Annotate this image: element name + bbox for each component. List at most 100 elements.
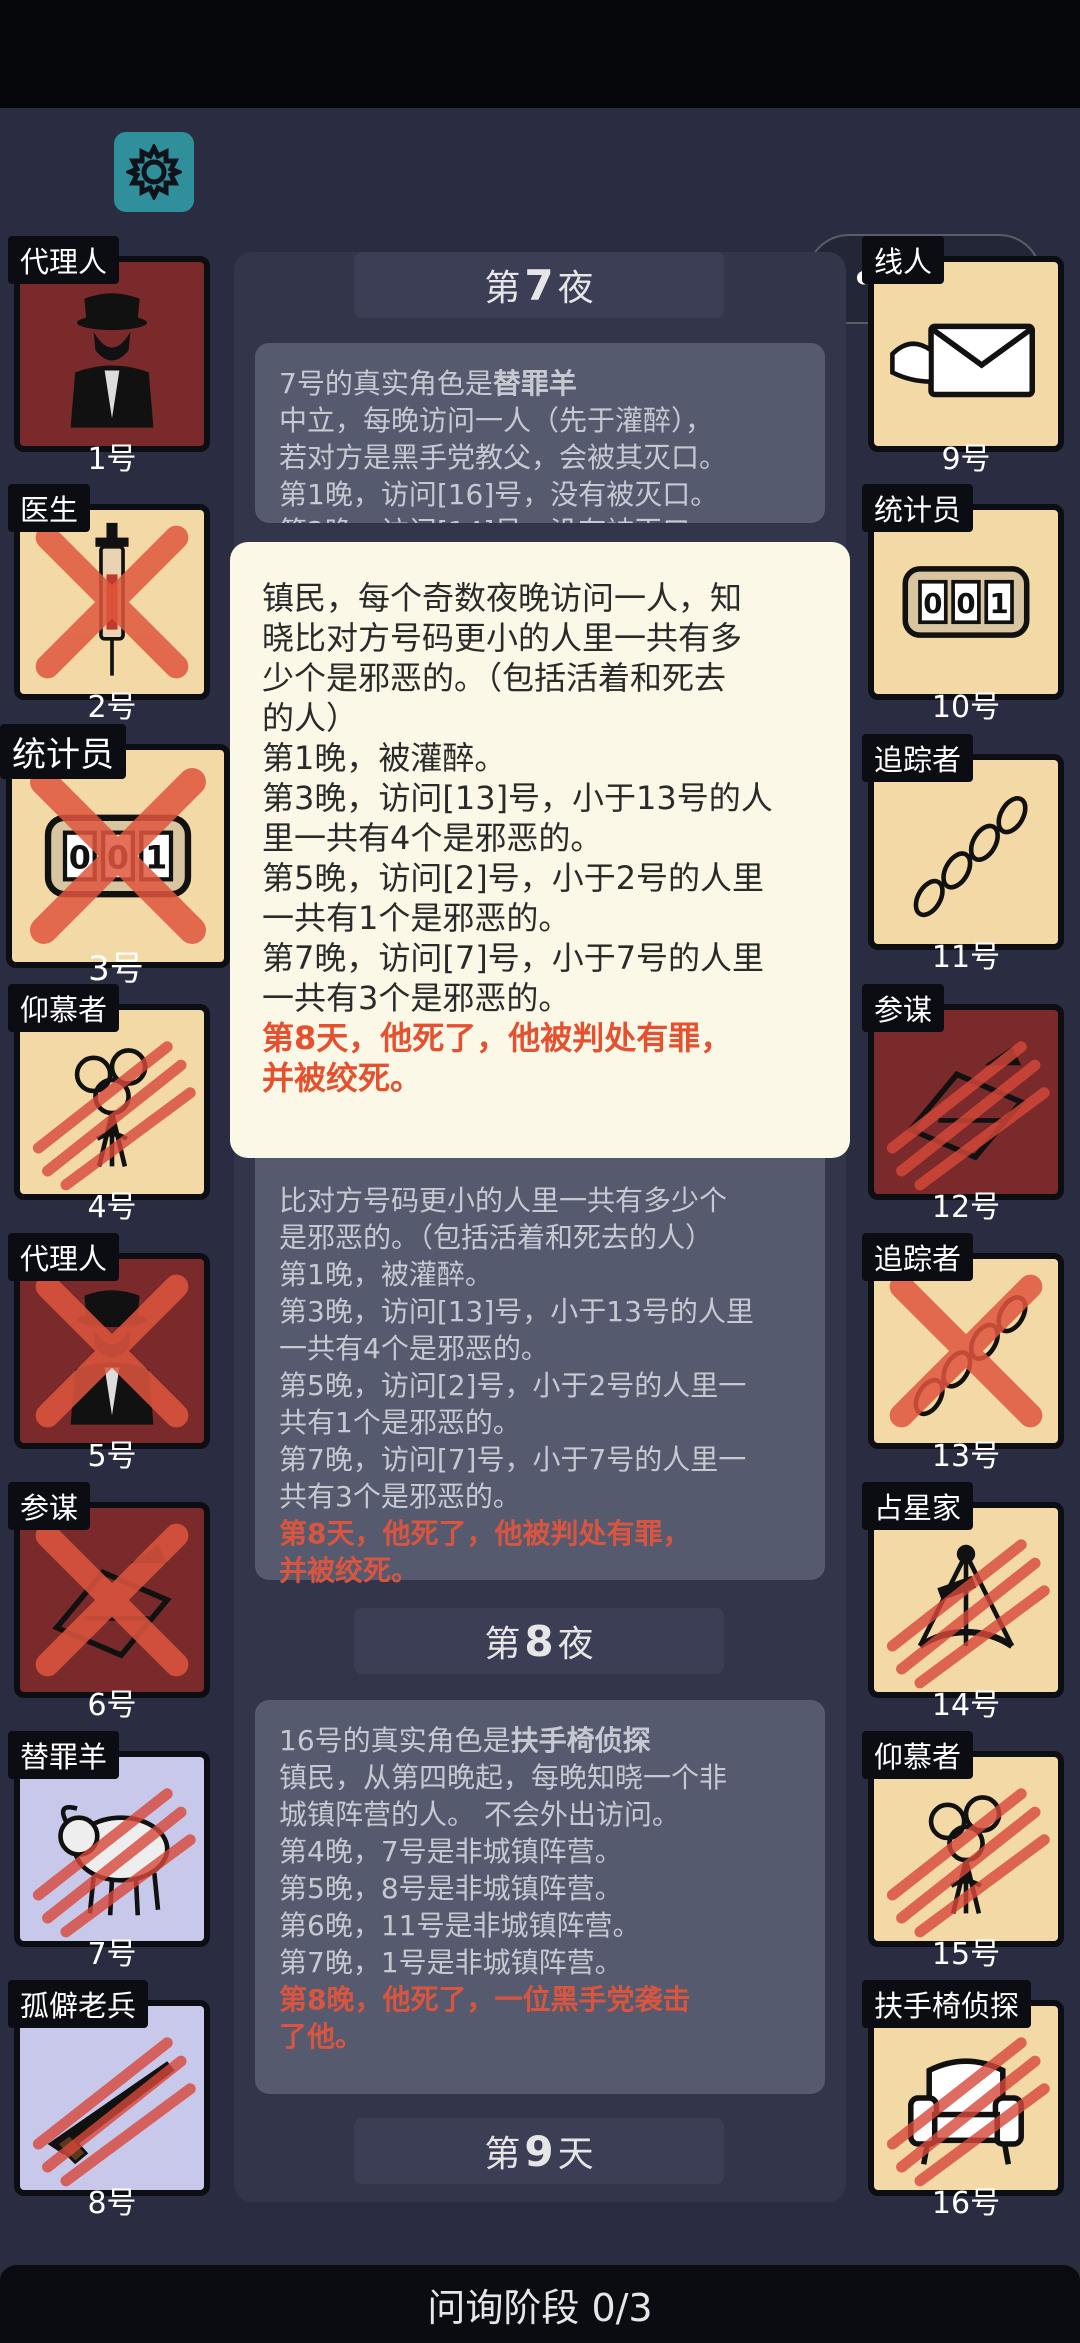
player-card-1[interactable]: 代理人 1号 — [8, 236, 216, 477]
player-number: 7号 — [87, 1937, 137, 1972]
player-card-10[interactable]: 统计员 001 10号 — [862, 484, 1070, 725]
entry-title: 7号的真实角色是替罪羊 — [279, 365, 801, 402]
role-portrait — [868, 256, 1064, 452]
role-portrait — [868, 1253, 1064, 1449]
flowers-icon — [886, 1788, 1050, 1938]
entry-line: 一共有4个是邪恶的。 — [279, 1332, 549, 1365]
entry-death-line: 并被绞死。 — [279, 1554, 420, 1587]
entry-line: 城镇阵营的人。 不会外出访问。 — [279, 1798, 680, 1831]
player-card-3-selected[interactable]: 统计员 001 3号 — [0, 724, 232, 989]
role-label: 参谋 — [862, 984, 945, 1032]
player-number: 9号 — [941, 442, 991, 477]
log-entry-player-16[interactable]: 16号的真实角色是扶手椅侦探 镇民，从第四晚起，每晚知晓一个非 城镇阵营的人。 … — [255, 1700, 825, 2094]
player-card-6[interactable]: 参谋 6号 — [8, 1482, 216, 1723]
night-prefix: 第 — [484, 1624, 521, 1665]
player-card-9[interactable]: 线人 9号 — [862, 236, 1070, 477]
entry-role: 扶手椅侦探 — [510, 1724, 651, 1757]
role-portrait — [868, 754, 1064, 950]
player-number: 13号 — [931, 1439, 1001, 1474]
claw-mark — [886, 1041, 1050, 1191]
popup-line: 第3晚，访问[13]号，小于13号的人 — [262, 779, 773, 817]
popup-line: 晓比对方号码更小的人里一共有多 — [262, 619, 743, 657]
player-card-11[interactable]: 追踪者 11号 — [862, 734, 1070, 975]
rifle-icon — [32, 2037, 196, 2187]
entry-line: 第6晚，11号是非城镇阵营。 — [279, 1909, 641, 1942]
player-number: 4号 — [87, 1190, 137, 1225]
log-entry-player-3[interactable]: 比对方号码更小的人里一共有多少个 是邪恶的。（包括活着和死去的人） 第1晚，被灌… — [255, 1140, 825, 1587]
role-label: 孤僻老兵 — [8, 1980, 149, 2028]
entry-line: 第2晚，访问[14]号，没有被灭口。 — [279, 513, 801, 523]
role-portrait — [14, 504, 210, 700]
role-label: 替罪羊 — [8, 1731, 120, 1779]
role-portrait — [868, 1502, 1064, 1698]
role-label: 占星家 — [862, 1482, 974, 1530]
player-card-14[interactable]: 占星家 14号 — [862, 1482, 1070, 1723]
role-portrait — [868, 2000, 1064, 2196]
player-card-5[interactable]: 代理人 5号 — [8, 1233, 216, 1474]
popup-line: 里一共有4个是邪恶的。 — [262, 819, 603, 857]
popup-line: 的人） — [262, 699, 359, 737]
day-prefix: 第 — [484, 2134, 521, 2175]
popup-line: 少个是邪恶的。（包括活着和死去 — [262, 659, 727, 697]
role-portrait — [14, 1253, 210, 1449]
phase-status-bar: 问询阶段 0/3 — [0, 2262, 1080, 2343]
entry-line: 共有1个是邪恶的。 — [279, 1406, 521, 1439]
player-number: 2号 — [87, 690, 137, 725]
night-suffix: 夜 — [557, 1624, 594, 1665]
role-portrait — [14, 1502, 210, 1698]
entry-line: 共有3个是邪恶的。 — [279, 1480, 521, 1513]
day-number: 9 — [524, 2126, 554, 2176]
popup-line: 第5晚，访问[2]号，小于2号的人里 — [262, 859, 765, 897]
player-number: 8号 — [87, 2186, 137, 2221]
role-label: 代理人 — [8, 236, 120, 284]
footprints-icon — [889, 1274, 1043, 1428]
entry-line: 第7晚，访问[7]号，小于7号的人里一 — [279, 1443, 747, 1476]
role-portrait — [14, 1751, 210, 1947]
entry-title-prefix: 7号的真实角色是 — [279, 367, 493, 400]
goat-icon — [32, 1788, 196, 1938]
role-label: 代理人 — [8, 1233, 120, 1281]
entry-death-line: 第8晚，他死了，一位黑手党袭击 — [279, 1983, 691, 2016]
night-prefix: 第 — [484, 268, 521, 309]
player-card-4[interactable]: 仰慕者 4号 — [8, 984, 216, 1225]
player-number: 12号 — [931, 1190, 1001, 1225]
role-detail-popup[interactable]: 镇民，每个奇数夜晚访问一人，知 晓比对方号码更小的人里一共有多 少个是邪恶的。（… — [230, 542, 850, 1158]
night-number: 7 — [524, 260, 554, 310]
player-number: 6号 — [87, 1688, 137, 1723]
role-label: 仰慕者 — [862, 1731, 974, 1779]
player-number: 3号 — [88, 949, 144, 989]
night-number: 8 — [524, 1616, 554, 1666]
player-card-2[interactable]: 医生 2号 — [8, 484, 216, 725]
player-card-8[interactable]: 孤僻老兵 8号 — [8, 1980, 216, 2221]
executed-cross-mark — [889, 1274, 1043, 1428]
entry-line: 第1晚，被灌醉。 — [279, 1258, 493, 1291]
role-portrait — [14, 1004, 210, 1200]
entry-line: 第4晚，7号是非城镇阵营。 — [279, 1835, 623, 1868]
day-suffix: 天 — [557, 2134, 594, 2175]
role-portrait — [868, 1004, 1064, 1200]
player-card-12[interactable]: 参谋 12号 — [862, 984, 1070, 1225]
role-label: 扶手椅侦探 — [862, 1980, 1032, 2028]
player-card-7[interactable]: 替罪羊 7号 — [8, 1731, 216, 1972]
status-bar — [0, 0, 1080, 108]
night-suffix: 夜 — [557, 268, 594, 309]
gear-icon — [126, 144, 182, 200]
popup-line: 第1晚，被灌醉。 — [262, 739, 507, 777]
entry-line: 是邪恶的。（包括活着和死去的人） — [279, 1221, 714, 1254]
settings-button[interactable] — [114, 132, 194, 212]
player-card-16[interactable]: 扶手椅侦探 16号 — [862, 1980, 1070, 2221]
player-card-15[interactable]: 仰慕者 15号 — [862, 1731, 1070, 1972]
role-portrait — [868, 1751, 1064, 1947]
svg-text:0: 0 — [956, 587, 975, 620]
player-card-13[interactable]: 追踪者 13号 — [862, 1233, 1070, 1474]
entry-line: 中立，每晚访问一人（先于灌醉）， — [279, 404, 714, 437]
document-icon — [886, 1041, 1050, 1191]
role-label: 统计员 — [862, 484, 974, 532]
player-number: 15号 — [931, 1937, 1001, 1972]
log-entry-player-7[interactable]: 7号的真实角色是替罪羊 中立，每晚访问一人（先于灌醉）， 若对方是黑手党教父，会… — [255, 343, 825, 523]
player-number: 10号 — [931, 690, 1001, 725]
entry-line: 第7晚，1号是非城镇阵营。 — [279, 1946, 623, 1979]
executed-cross-mark — [35, 1523, 189, 1677]
counter-icon: 001 — [30, 768, 206, 944]
player-number: 16号 — [931, 2186, 1001, 2221]
